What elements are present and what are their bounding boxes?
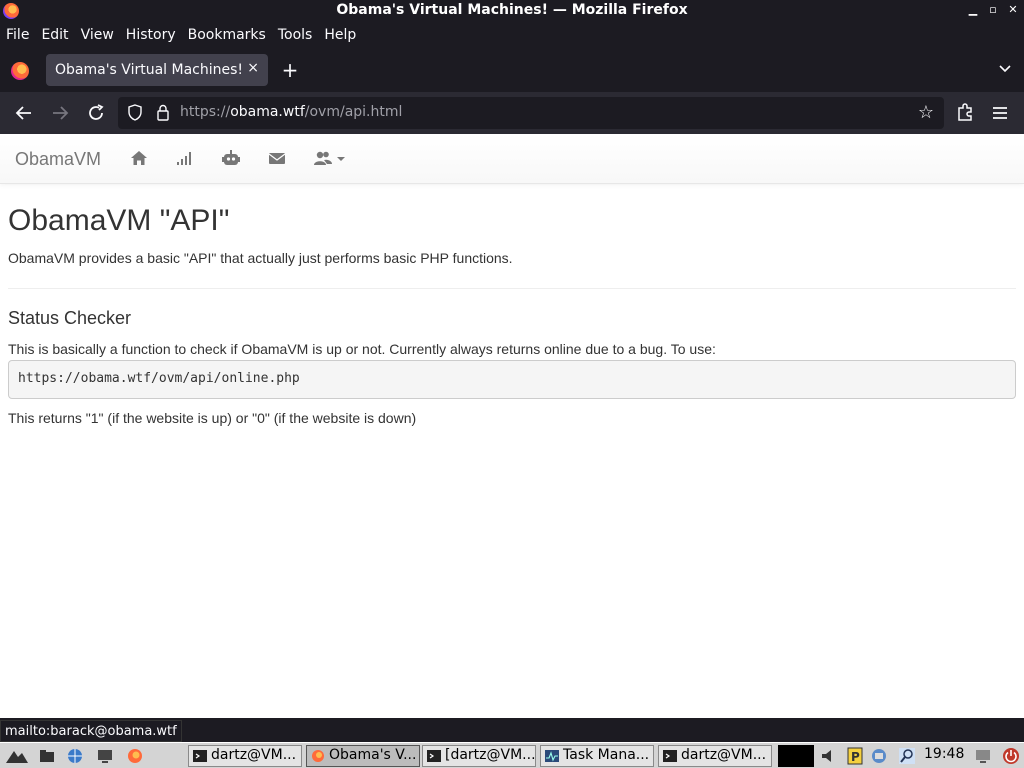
site-brand-link[interactable]: ObamaVM xyxy=(15,149,101,170)
page-title: ObamaVM "API" xyxy=(8,204,230,237)
taskbar: dartz@VM... Obama's V... [dartz@VM... Ta… xyxy=(0,742,1024,768)
close-icon[interactable]: ✕ xyxy=(1006,3,1020,17)
url-bar[interactable]: https://obama.wtf/ovm/api.html ☆ xyxy=(118,97,944,129)
taskbar-task-task-manager[interactable]: Task Mana... xyxy=(540,745,654,767)
tab-title: Obama's Virtual Machines! xyxy=(55,62,244,78)
network-status-icon[interactable] xyxy=(870,747,888,765)
cpu-monitor-graph xyxy=(778,745,814,767)
search-icon[interactable] xyxy=(898,747,916,765)
tabbar: Obama's Virtual Machines! × + xyxy=(0,48,1024,92)
clipboard-icon[interactable]: P xyxy=(846,747,864,765)
clock[interactable]: 19:48 xyxy=(924,746,964,762)
menu-tools[interactable]: Tools xyxy=(278,27,313,43)
back-icon[interactable] xyxy=(12,102,36,124)
task-manager-icon xyxy=(545,750,559,762)
url-path: /ovm/api.html xyxy=(304,104,403,120)
chevron-down-icon[interactable] xyxy=(998,62,1012,76)
shield-icon[interactable] xyxy=(128,104,142,121)
menu-view[interactable]: View xyxy=(81,27,114,43)
menu-bookmarks[interactable]: Bookmarks xyxy=(188,27,266,43)
users-icon[interactable] xyxy=(313,150,347,166)
site-navbar: ObamaVM xyxy=(0,134,1024,184)
navigation-toolbar: https://obama.wtf/ovm/api.html ☆ xyxy=(0,92,1024,134)
window-controls: ▁ ▫ ✕ xyxy=(966,3,1020,17)
code-block: https://obama.wtf/ovm/api/online.php xyxy=(8,360,1016,399)
url-text: https://obama.wtf/ovm/api.html xyxy=(180,104,402,120)
window-titlebar: Obama's Virtual Machines! — Mozilla Fire… xyxy=(0,0,1024,22)
terminal-icon xyxy=(663,750,677,762)
menu-edit[interactable]: Edit xyxy=(41,27,68,43)
web-page: ObamaVM ObamaVM "API" ObamaVM provides a… xyxy=(0,134,1024,718)
page-lead: ObamaVM provides a basic "API" that actu… xyxy=(8,250,513,266)
desktop-icon[interactable] xyxy=(96,747,114,765)
firefox-icon xyxy=(312,750,324,762)
hamburger-menu-icon[interactable] xyxy=(988,102,1012,124)
minimize-icon[interactable]: ▁ xyxy=(966,3,980,17)
link-status-bar: mailto:barack@obama.wtf xyxy=(0,720,182,742)
divider xyxy=(8,288,1016,289)
firefox-view-icon[interactable] xyxy=(11,62,29,80)
signal-icon[interactable] xyxy=(176,150,194,166)
menu-history[interactable]: History xyxy=(126,27,176,43)
taskbar-task-firefox[interactable]: Obama's V... xyxy=(306,745,420,767)
taskbar-task-terminal-1[interactable]: dartz@VM... xyxy=(188,745,302,767)
reload-icon[interactable] xyxy=(84,102,108,124)
lock-icon[interactable] xyxy=(156,104,170,121)
returns-text: This returns "1" (if the website is up) … xyxy=(8,410,417,426)
new-tab-button[interactable]: + xyxy=(280,58,300,82)
volume-icon[interactable] xyxy=(820,747,840,765)
home-icon[interactable] xyxy=(130,150,148,166)
task-label: Task Mana... xyxy=(563,747,650,763)
firefox-launcher-icon[interactable] xyxy=(126,747,144,765)
task-label: [dartz@VM... xyxy=(445,747,536,763)
url-domain: obama.wtf xyxy=(230,104,305,120)
file-manager-icon[interactable] xyxy=(38,747,56,765)
forward-icon[interactable] xyxy=(48,102,72,124)
taskbar-task-terminal-2[interactable]: [dartz@VM... xyxy=(422,745,536,767)
tab-active[interactable]: Obama's Virtual Machines! × xyxy=(46,54,268,86)
screen-lock-icon[interactable] xyxy=(974,747,992,765)
menu-help[interactable]: Help xyxy=(324,27,356,43)
extensions-icon[interactable] xyxy=(953,102,977,124)
menubar: File Edit View History Bookmarks Tools H… xyxy=(0,22,1024,48)
maximize-icon[interactable]: ▫ xyxy=(986,3,1000,17)
task-label: dartz@VM... xyxy=(211,747,297,763)
section-description: This is basically a function to check if… xyxy=(8,341,716,357)
terminal-icon xyxy=(193,750,207,762)
envelope-icon[interactable] xyxy=(268,150,286,166)
terminal-icon xyxy=(427,750,441,762)
section-title: Status Checker xyxy=(8,308,132,328)
taskbar-task-terminal-3[interactable]: dartz@VM... xyxy=(658,745,772,767)
network-icon[interactable] xyxy=(66,747,84,765)
tab-close-icon[interactable]: × xyxy=(247,60,259,76)
svg-text:P: P xyxy=(851,750,860,764)
power-icon[interactable] xyxy=(1002,747,1020,765)
task-label: Obama's V... xyxy=(329,747,417,763)
url-scheme: https:// xyxy=(180,104,231,120)
start-menu-icon[interactable] xyxy=(4,747,30,765)
window-title: Obama's Virtual Machines! — Mozilla Fire… xyxy=(336,2,688,18)
bookmark-star-icon[interactable]: ☆ xyxy=(918,102,934,123)
menu-file[interactable]: File xyxy=(6,27,29,43)
robot-icon[interactable] xyxy=(222,150,240,166)
task-label: dartz@VM... xyxy=(681,747,767,763)
